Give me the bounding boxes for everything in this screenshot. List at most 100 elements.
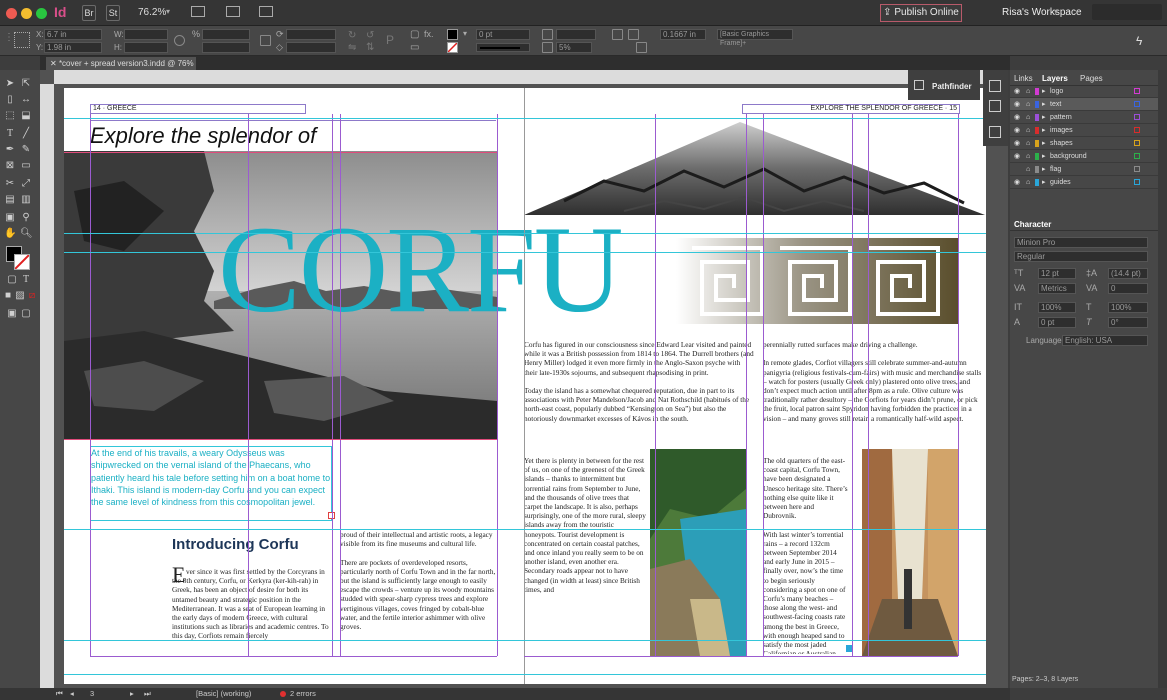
x-position-input[interactable]: 6.7 in xyxy=(44,29,102,40)
shear-angle-input[interactable] xyxy=(286,42,336,53)
previous-page-icon[interactable]: ◂ xyxy=(70,688,74,700)
vertical-ruler[interactable] xyxy=(40,84,54,688)
expand-triangle-icon[interactable]: ▸ xyxy=(1042,150,1046,163)
visibility-eye-icon[interactable]: ◉ xyxy=(1014,137,1020,150)
lock-icon[interactable]: ⌂ xyxy=(1026,137,1030,150)
reference-point-icon[interactable] xyxy=(14,32,30,48)
stroke-color-swatch[interactable] xyxy=(14,254,30,270)
layer-row-flag[interactable]: ⌂ ▸ flag xyxy=(1010,163,1158,176)
bridge-button[interactable]: Br xyxy=(82,5,96,21)
panel-scrollbar[interactable] xyxy=(1158,70,1167,688)
character-panel-title[interactable]: Character xyxy=(1014,220,1051,229)
close-tab-icon[interactable]: ✕ xyxy=(50,59,59,68)
content-placer-icon[interactable]: ⬓ xyxy=(20,110,32,122)
section-heading[interactable]: Introducing Corfu xyxy=(172,536,299,553)
layer-selection-square-icon[interactable] xyxy=(1134,127,1140,133)
tab-links[interactable]: Links xyxy=(1014,72,1033,85)
flip-vertical-icon[interactable]: ⇅ xyxy=(366,42,374,53)
tint-input[interactable]: 5% xyxy=(556,42,592,53)
fill-dropdown-icon[interactable]: ▾ xyxy=(463,29,467,38)
rectangle-frame-tool-icon[interactable]: ⊠ xyxy=(4,160,16,172)
workspace-switcher[interactable]: Risa's Workspace xyxy=(1002,7,1082,18)
language-dropdown[interactable]: English: USA xyxy=(1062,335,1148,346)
zoom-window-button[interactable] xyxy=(36,8,47,19)
arrange-documents-icon[interactable] xyxy=(259,6,273,17)
column-3b-text[interactable]: Yet there is plenty in between for the r… xyxy=(524,456,646,654)
scissors-tool-icon[interactable]: ✂ xyxy=(4,178,16,190)
lightning-icon[interactable]: ϟ xyxy=(1136,34,1142,48)
document-spread[interactable]: CORFU 14 · GREECE EXPLORE THE SPLENDOR O… xyxy=(64,88,986,684)
apply-gradient-icon[interactable]: ▨ xyxy=(14,290,26,302)
fit-content-icon[interactable] xyxy=(612,29,623,40)
normal-mode-icon[interactable]: ▣ xyxy=(6,308,18,320)
layer-selection-square-icon[interactable] xyxy=(1134,166,1140,172)
zoom-tool-icon[interactable]: 🔍︎ xyxy=(20,228,33,240)
lock-icon[interactable]: ⌂ xyxy=(1026,111,1030,124)
zoom-chevron-down-icon[interactable]: ▾ xyxy=(166,7,170,16)
stock-button[interactable]: St xyxy=(106,5,120,21)
note-tool-icon[interactable]: ▣ xyxy=(4,212,16,224)
gap-tool-icon[interactable]: ↔ xyxy=(20,94,32,106)
zoom-level[interactable]: 76.2% xyxy=(138,7,166,18)
formatting-container-icon[interactable]: ▢ xyxy=(6,274,18,286)
column-4-text[interactable]: perennially rutted surfaces make driving… xyxy=(763,340,985,448)
street-photo[interactable] xyxy=(862,449,958,656)
view-options-icon[interactable] xyxy=(191,6,205,17)
next-page-icon[interactable]: ▸ xyxy=(130,688,134,700)
expand-triangle-icon[interactable]: ▸ xyxy=(1042,98,1046,111)
visibility-eye-icon[interactable]: ◉ xyxy=(1014,150,1020,163)
kerning-dropdown[interactable]: Metrics xyxy=(1038,283,1076,294)
hand-tool-icon[interactable]: ✋ xyxy=(4,228,16,240)
apply-color-icon[interactable]: ■ xyxy=(2,290,14,302)
horizontal-scale-input[interactable]: 100% xyxy=(1108,302,1148,313)
horizontal-ruler[interactable] xyxy=(54,70,1008,84)
intro-teaser-text[interactable]: At the end of his travails, a weary Odys… xyxy=(90,446,332,521)
document-tab[interactable]: ✕ *cover + spread version3.indd @ 76% xyxy=(46,57,196,70)
lock-icon[interactable]: ⌂ xyxy=(1026,163,1030,176)
line-tool-icon[interactable]: ╱ xyxy=(20,128,32,140)
visibility-eye-icon[interactable]: ◉ xyxy=(1014,98,1020,111)
selection-tool-icon[interactable]: ➤ xyxy=(4,78,16,90)
pathfinder-panel[interactable]: Pathfinder xyxy=(908,70,980,100)
gradient-swatch-tool-icon[interactable]: ▤ xyxy=(4,194,16,206)
eyedropper-tool-icon[interactable]: ⚲ xyxy=(20,212,32,224)
height-input[interactable] xyxy=(124,42,168,53)
fill-swatch[interactable] xyxy=(447,29,458,40)
master-page-dropdown[interactable]: [Basic] (working) xyxy=(196,688,251,700)
preflight-errors[interactable]: 2 errors xyxy=(290,688,316,700)
screen-mode-icon[interactable] xyxy=(226,6,240,17)
tab-layers[interactable]: Layers xyxy=(1042,72,1068,85)
layer-row-background[interactable]: ◉ ⌂ ▸ background xyxy=(1010,150,1158,163)
fit-frame-icon[interactable] xyxy=(628,29,639,40)
layer-selection-square-icon[interactable] xyxy=(1134,114,1140,120)
stroke-type-dropdown[interactable] xyxy=(476,43,530,52)
workspace-chevron-down-icon[interactable]: ▾ xyxy=(1054,7,1058,16)
lock-icon[interactable]: ⌂ xyxy=(1026,150,1030,163)
lock-icon[interactable]: ⌂ xyxy=(1026,98,1030,111)
expand-triangle-icon[interactable]: ▸ xyxy=(1042,85,1046,98)
column-2-text[interactable]: proud of their intellectual and artistic… xyxy=(340,530,496,654)
tab-pages[interactable]: Pages xyxy=(1080,72,1103,85)
lock-icon[interactable]: ⌂ xyxy=(1026,124,1030,137)
column-4b-text[interactable]: The old quarters of the east-coast capit… xyxy=(763,456,849,654)
left-folio[interactable]: 14 · GREECE xyxy=(90,104,306,114)
layer-row-pattern[interactable]: ◉ ⌂ ▸ pattern xyxy=(1010,111,1158,124)
stroke-swatch[interactable] xyxy=(447,42,458,53)
flip-p-icon[interactable]: P xyxy=(386,33,394,47)
font-style-dropdown[interactable]: Regular xyxy=(1014,251,1148,262)
content-collector-icon[interactable]: ⬚ xyxy=(4,110,16,122)
type-tool-icon[interactable]: T xyxy=(4,128,16,140)
select-content-icon[interactable]: ▭ xyxy=(410,42,419,53)
y-position-input[interactable]: 1.98 in xyxy=(44,42,102,53)
constrain-proportions-icon[interactable] xyxy=(174,35,185,46)
width-input[interactable] xyxy=(124,29,168,40)
gradient-feather-tool-icon[interactable]: ▥ xyxy=(20,194,32,206)
auto-fit-icon[interactable] xyxy=(636,42,647,53)
pencil-tool-icon[interactable]: ✎ xyxy=(20,144,32,156)
first-page-icon[interactable]: ⏮ xyxy=(56,688,63,700)
skew-input[interactable]: 0° xyxy=(1108,317,1148,328)
layer-selection-square-icon[interactable] xyxy=(1134,88,1140,94)
layer-row-shapes[interactable]: ◉ ⌂ ▸ shapes xyxy=(1010,137,1158,150)
rectangle-tool-icon[interactable]: ▭ xyxy=(20,160,32,172)
close-window-button[interactable] xyxy=(6,8,17,19)
